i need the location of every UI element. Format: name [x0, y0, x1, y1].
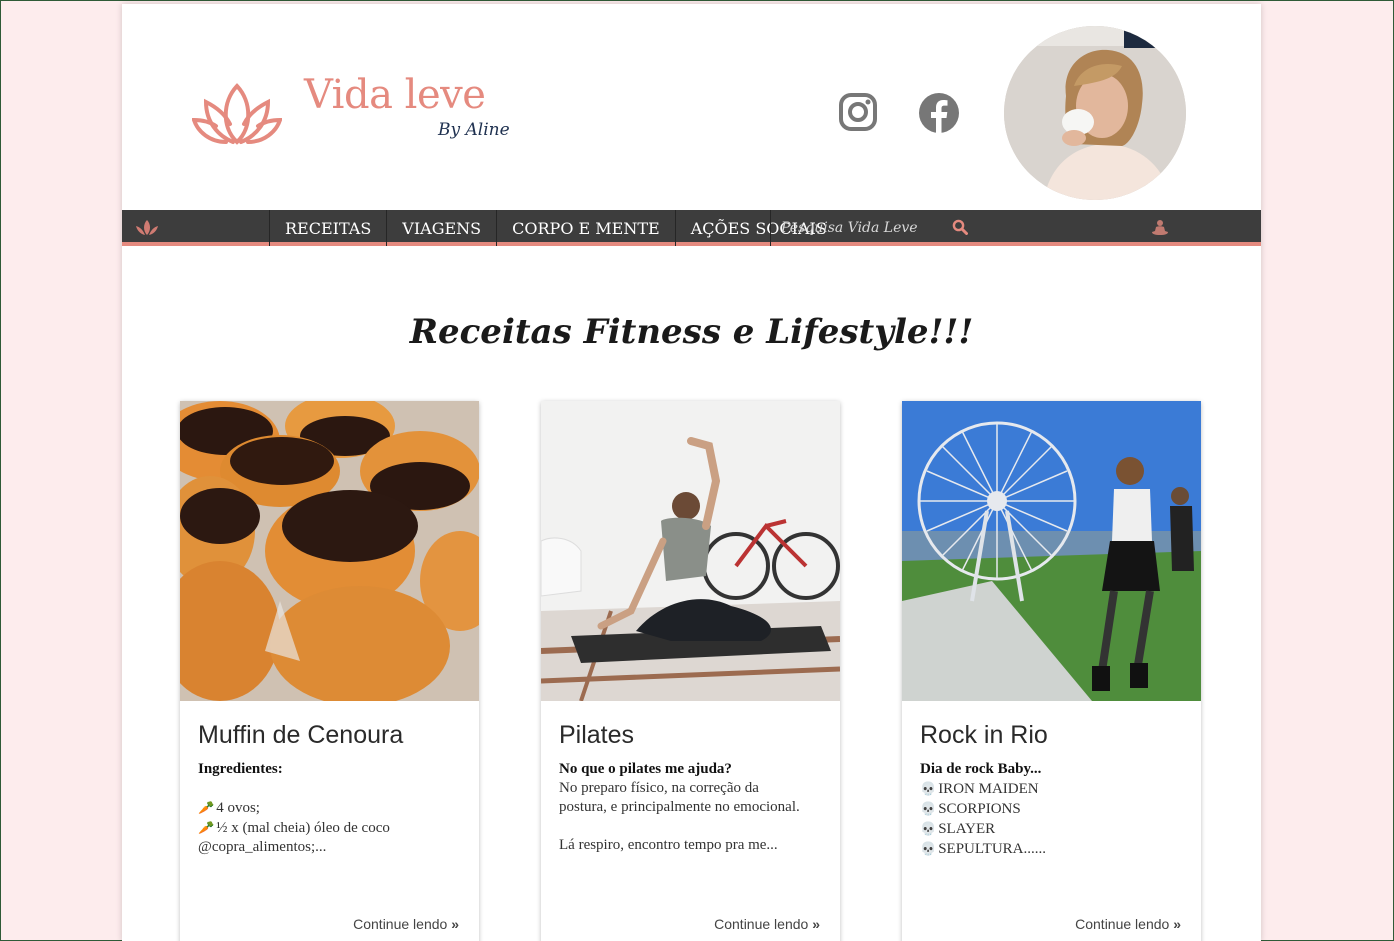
nav-item-corpo-e-mente[interactable]: CORPO E MENTE: [496, 210, 675, 246]
nav-item-viagens[interactable]: VIAGENS: [386, 210, 496, 246]
search-icon[interactable]: [952, 219, 968, 235]
excerpt-line: @copra_alimentos;...: [198, 839, 327, 855]
card-excerpt: Dia de rock Baby... 💀 IRON MAIDEN 💀 SCORPI…: [920, 760, 1183, 859]
carrot-icon: 🥕: [198, 820, 215, 835]
search-input[interactable]: [771, 210, 931, 246]
excerpt-line: 4 ovos;: [216, 800, 260, 816]
pilates-photo[interactable]: [541, 401, 840, 701]
card-title[interactable]: Muffin de Cenoura: [198, 721, 461, 750]
rock-in-rio-photo[interactable]: [902, 401, 1201, 701]
lotus-logo-icon: [192, 83, 282, 145]
excerpt-line: SLAYER: [938, 821, 996, 837]
card-lead: Ingredientes:: [198, 761, 283, 777]
post-card-pilates[interactable]: Pilates No que o pilates me ajuda? No pr…: [541, 401, 840, 941]
logo-subtitle: By Aline: [438, 120, 510, 140]
excerpt-line: postura, e principalmente no emocional.: [559, 799, 800, 815]
instagram-icon[interactable]: [838, 92, 878, 137]
double-chevron-icon: »: [451, 916, 459, 932]
skull-icon: 💀: [920, 821, 937, 836]
header: Vida leve By Aline: [122, 4, 1261, 210]
excerpt-line: SEPULTURA......: [938, 841, 1046, 857]
page: Vida leve By Aline RECEITAS VIAGENS CORP…: [122, 4, 1261, 941]
lotus-icon[interactable]: [136, 220, 158, 236]
muffin-photo[interactable]: [180, 401, 479, 701]
card-lead: Dia de rock Baby...: [920, 761, 1042, 777]
skull-icon: 💀: [920, 781, 937, 796]
excerpt-line: IRON MAIDEN: [938, 781, 1039, 797]
nav-item-receitas[interactable]: RECEITAS: [269, 210, 386, 246]
post-card-rock-in-rio[interactable]: Rock in Rio Dia de rock Baby... 💀 IRON MA…: [902, 401, 1201, 941]
card-excerpt: No que o pilates me ajuda? No preparo fí…: [559, 760, 822, 855]
excerpt-line: ½ x (mal cheia) óleo de coco: [216, 820, 390, 836]
excerpt-line: Lá respiro, encontro tempo pra me...: [559, 837, 778, 853]
double-chevron-icon: »: [812, 916, 820, 932]
card-title[interactable]: Pilates: [559, 721, 822, 750]
excerpt-line: SCORPIONS: [938, 801, 1021, 817]
facebook-icon[interactable]: [918, 92, 960, 139]
meditation-user-icon[interactable]: [1151, 220, 1169, 236]
continue-reading-link[interactable]: Continue lendo »: [714, 916, 820, 932]
continue-reading-link[interactable]: Continue lendo »: [1075, 916, 1181, 932]
post-card-muffin[interactable]: Muffin de Cenoura Ingredientes: 🥕 4 ovos;…: [180, 401, 479, 941]
site-logo[interactable]: Vida leve By Aline: [192, 72, 512, 162]
card-excerpt: Ingredientes: 🥕 4 ovos; 🥕 ½ x (mal cheia) …: [198, 760, 461, 857]
double-chevron-icon: »: [1173, 916, 1181, 932]
search-box: [770, 210, 970, 246]
continue-reading-link[interactable]: Continue lendo »: [353, 916, 459, 932]
avatar: [1004, 26, 1186, 200]
skull-icon: 💀: [920, 841, 937, 856]
excerpt-line: No preparo físico, na correção da: [559, 780, 759, 796]
skull-icon: 💀: [920, 801, 937, 816]
page-heading: Receitas Fitness e Lifestyle!!!: [409, 312, 974, 352]
carrot-icon: 🥕: [198, 800, 215, 815]
main-nav: RECEITAS VIAGENS CORPO E MENTE AÇÕES SOC…: [122, 210, 1261, 246]
logo-title: Vida leve: [304, 72, 486, 118]
card-title[interactable]: Rock in Rio: [920, 721, 1183, 750]
card-lead: No que o pilates me ajuda?: [559, 761, 732, 777]
